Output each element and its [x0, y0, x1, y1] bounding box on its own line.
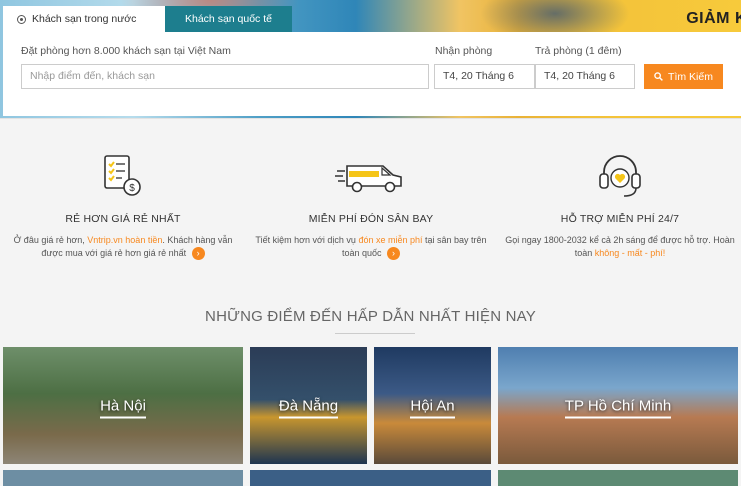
- feature-title: MIỄN PHÍ ĐÓN SÂN BAY: [308, 213, 434, 225]
- search-panel: Đặt phòng hơn 8.000 khách sạn tại Việt N…: [3, 32, 741, 116]
- feature-description: Ở đâu giá rẻ hơn, Vntrip.vn hoàn tiền. K…: [3, 234, 243, 261]
- feature-cheapest-price: $ RẺ HƠN GIÁ RẺ NHẤT Ở đâu giá rẻ hơn, V…: [3, 148, 243, 261]
- tab-domestic-hotels[interactable]: Khách sạn trong nước: [3, 6, 165, 32]
- divider: [0, 118, 741, 119]
- feature-title: HỖ TRỢ MIỄN PHÍ 24/7: [560, 213, 680, 225]
- price-document-icon: $: [104, 155, 141, 196]
- feature-support-24-7: HỖ TRỢ MIỄN PHÍ 24/7 Gọi ngay 1800-2032 …: [500, 148, 740, 260]
- tab-international-hotels[interactable]: Khách sạn quốc tế: [165, 6, 292, 32]
- van-icon: [335, 165, 402, 193]
- search-tabs: Khách sạn trong nước Khách sạn quốc tế: [3, 6, 292, 32]
- hero-banner: GIẢM K Khách sạn trong nước Khách sạn qu…: [0, 0, 741, 118]
- feature-description: Gọi ngay 1800-2032 kể cả 2h sáng để được…: [500, 234, 740, 260]
- destination-tile-hoi-an[interactable]: Hội An: [374, 347, 491, 464]
- destination-tile-hanoi[interactable]: Hà Nội: [3, 347, 243, 464]
- destination-name: Hội An: [410, 397, 455, 418]
- destination-name: Đà Nẵng: [278, 397, 339, 418]
- feature-text: Tiết kiệm hơn với dịch vụ: [255, 235, 356, 245]
- checkout-label: Trả phòng (1 đêm): [535, 45, 622, 57]
- feature-text: Ở đâu giá rẻ hơn,: [13, 235, 85, 245]
- page: GIẢM K Khách sạn trong nước Khách sạn qu…: [0, 0, 741, 486]
- destination-tile-ho-chi-minh[interactable]: TP Hồ Chí Minh: [498, 347, 738, 464]
- search-button-label: Tìm Kiếm: [668, 70, 713, 83]
- feature-highlight-link[interactable]: đón xe miễn phí: [358, 235, 422, 245]
- destination-tile-da-nang[interactable]: Đà Nẵng: [250, 347, 367, 464]
- destination-name: Hà Nội: [100, 397, 146, 418]
- destination-tile[interactable]: [3, 470, 243, 486]
- checkout-date-field[interactable]: T4, 20 Tháng 6: [535, 64, 635, 89]
- headset-icon: [599, 155, 641, 197]
- destination-label: Đặt phòng hơn 8.000 khách sạn tại Việt N…: [21, 45, 231, 57]
- checkin-date-field[interactable]: T4, 20 Tháng 6: [434, 64, 535, 89]
- tab-label: Khách sạn trong nước: [32, 13, 137, 25]
- promo-text[interactable]: GIẢM K: [686, 10, 741, 28]
- feature-description: Tiết kiệm hơn với dịch vụ đón xe miễn ph…: [251, 234, 491, 261]
- section-divider: [335, 333, 415, 334]
- search-icon: [654, 72, 663, 81]
- destination-name: TP Hồ Chí Minh: [564, 397, 672, 418]
- feature-free-airport-pickup: MIỄN PHÍ ĐÓN SÂN BAY Tiết kiệm hơn với d…: [251, 148, 491, 261]
- section-title: NHỮNG ĐIỂM ĐẾN HẤP DẪN NHẤT HIỆN NAY: [205, 308, 536, 325]
- arrow-right-icon[interactable]: ›: [191, 247, 205, 261]
- feature-highlight-link[interactable]: Vntrip.vn hoàn tiền: [87, 235, 162, 245]
- destination-tile[interactable]: [250, 470, 491, 486]
- svg-text:$: $: [129, 183, 135, 194]
- feature-title: RẺ HƠN GIÁ RẺ NHẤT: [65, 213, 181, 225]
- arrow-right-icon[interactable]: ›: [387, 247, 401, 261]
- search-button[interactable]: Tìm Kiếm: [644, 64, 723, 89]
- checkin-label: Nhận phòng: [435, 45, 493, 57]
- tab-label: Khách sạn quốc tế: [185, 13, 272, 25]
- destination-tile[interactable]: [498, 470, 738, 486]
- radio-icon: [17, 14, 26, 24]
- feature-highlight-link[interactable]: không - mất - phí!: [595, 248, 666, 258]
- destination-input[interactable]: Nhập điểm đến, khách sạn: [21, 64, 429, 89]
